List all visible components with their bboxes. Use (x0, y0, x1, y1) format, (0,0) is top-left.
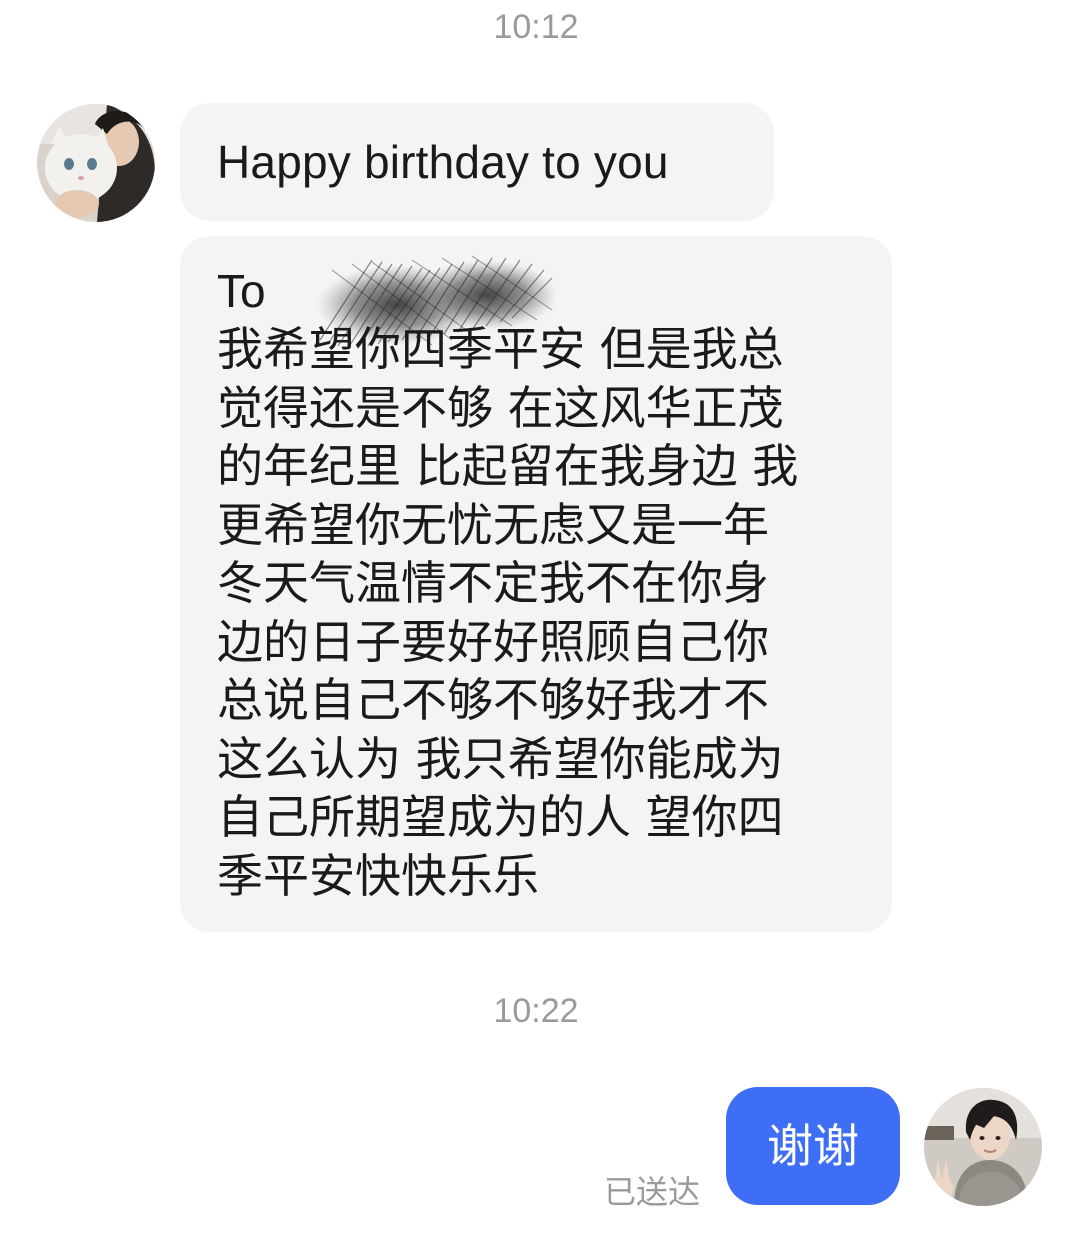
message-line: 的年纪里 比起留在我身边 我 (217, 439, 799, 493)
message-line: 边的日子要好好照顾自己你 (217, 614, 769, 669)
message-bubble-incoming[interactable]: Happy birthday to you (180, 103, 774, 221)
message-line: 觉得还是不够 在这风华正茂 (217, 380, 784, 435)
sender-avatar-image (37, 104, 155, 222)
message-line: 更希望你无忧无虑又是一年 (217, 497, 769, 552)
delivery-status: 已送达 (604, 1173, 701, 1211)
message-line: 自己所期望成为的人 望你四 (217, 790, 784, 844)
message-to-line: To (217, 255, 862, 349)
message-line: 我希望你四季平安 但是我总 (217, 322, 784, 376)
message-line: 总说自己不够不够好我才不 (217, 673, 769, 727)
user-avatar-image (924, 1088, 1042, 1206)
message-line: 季平安快快乐乐 (217, 848, 539, 903)
user-avatar[interactable] (924, 1088, 1042, 1206)
timestamp: 10:22 (493, 992, 579, 1030)
message-line: 冬天气温情不定我不在你身 (217, 556, 769, 610)
to-label: To (217, 265, 266, 317)
sender-avatar[interactable] (37, 104, 155, 222)
message-line: 这么认为 我只希望你能成为 (217, 731, 784, 786)
timestamp: 10:12 (493, 8, 579, 46)
message-bubble-outgoing[interactable]: 谢谢 (726, 1087, 900, 1205)
message-bubble-incoming-long[interactable]: To 我希望你四季平安 但是我总 觉得还是不够 在这风华正茂 的年纪里 比起留在… (180, 236, 892, 932)
